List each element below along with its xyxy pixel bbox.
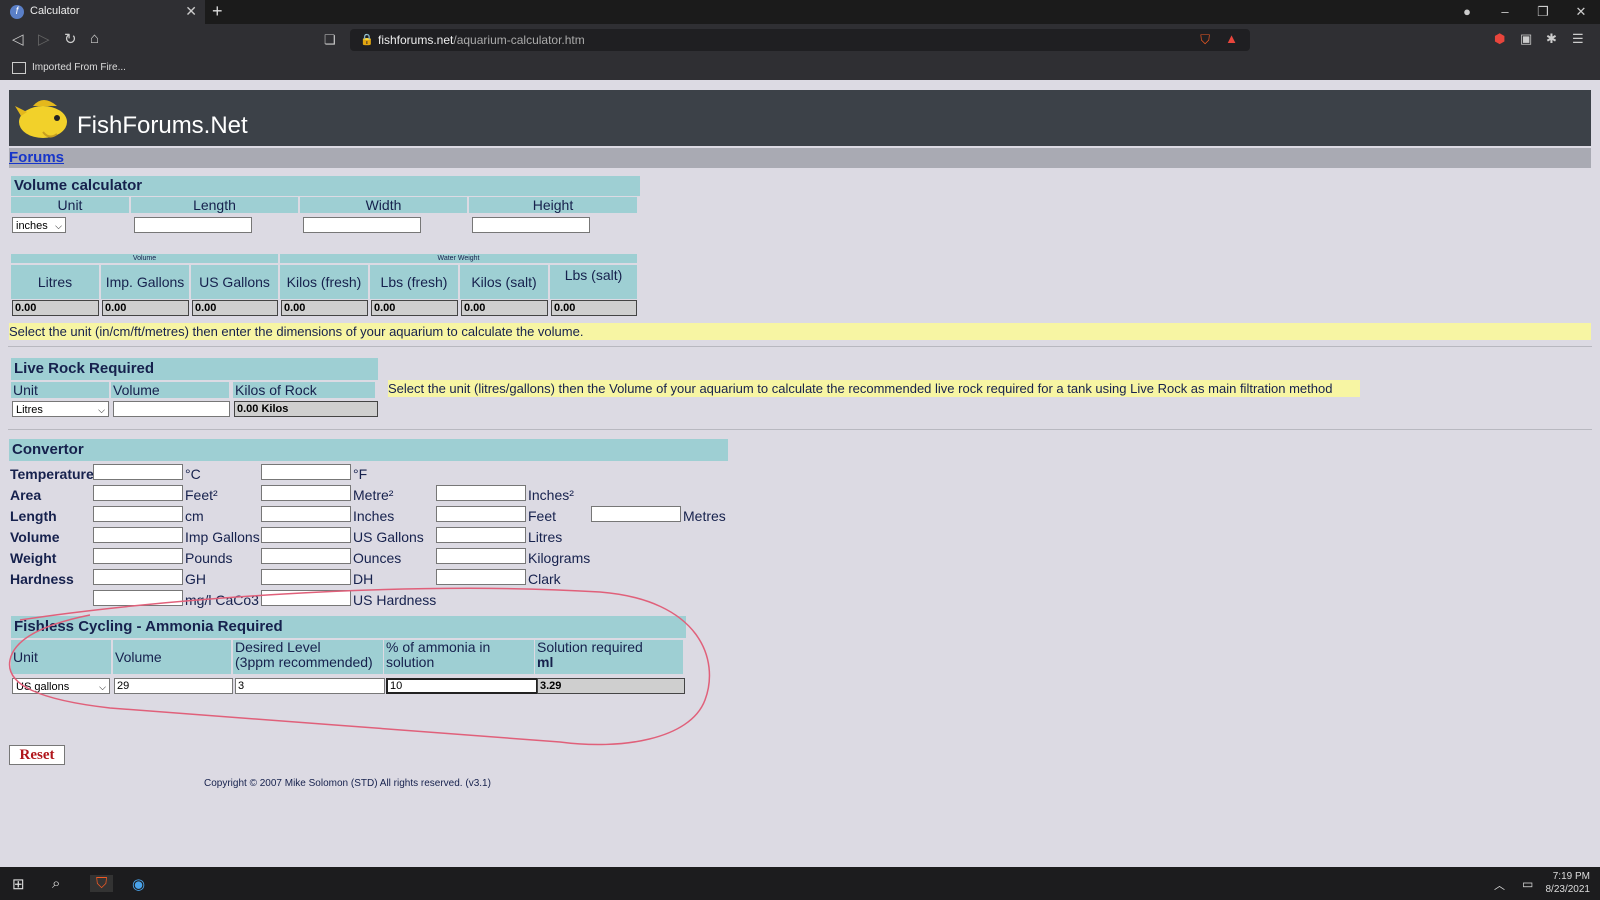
url-host: fishforums.net	[378, 33, 454, 47]
brave-rewards-icon[interactable]: ▲	[1225, 31, 1238, 46]
tab-bar: f Calculator ✕ + ● – ❐ ✕	[0, 0, 1600, 24]
minimize-icon[interactable]: –	[1486, 0, 1524, 24]
network-icon[interactable]: ▭	[1522, 877, 1533, 891]
menu-icon[interactable]: ☰	[1572, 31, 1584, 47]
browser-toolbar: ◁ ▷ ↻ ⌂ ❏ 🔒 fishforums.net/aquarium-calc…	[0, 24, 1600, 56]
address-bar[interactable]: 🔒 fishforums.net/aquarium-calculator.htm…	[350, 29, 1250, 51]
app-icon[interactable]: ◉	[132, 875, 145, 893]
new-tab-icon[interactable]: +	[212, 1, 223, 22]
copyright-text: Copyright © 2007 Mike Solomon (STD) All …	[204, 778, 491, 789]
back-icon[interactable]: ◁	[12, 30, 24, 48]
bookmarks-bar: Imported From Fire...	[0, 56, 1600, 80]
folder-icon	[12, 62, 26, 74]
reset-button[interactable]: Reset	[9, 745, 65, 765]
profile-icon[interactable]: ●	[1448, 0, 1486, 24]
home-icon[interactable]: ⌂	[90, 30, 99, 47]
brave-shield-icon[interactable]: ⛉	[1200, 32, 1210, 48]
extensions-puzzle-icon[interactable]: ✱	[1546, 31, 1557, 47]
extension-icon[interactable]: ⬢	[1494, 31, 1505, 47]
tab-title: Calculator	[30, 5, 80, 17]
system-clock[interactable]: 7:19 PM 8/23/2021	[1546, 870, 1591, 896]
brave-browser-icon[interactable]: ⛉	[90, 875, 114, 892]
chevron-up-icon[interactable]: ︿	[1494, 877, 1505, 893]
extension-icon-2[interactable]: ▣	[1520, 31, 1532, 47]
bookmark-folder[interactable]: Imported From Fire...	[32, 62, 126, 73]
lock-icon: 🔒	[360, 34, 374, 46]
taskbar: ⊞ ⌕ ⛉ ◉ ︿ ▭ 7:19 PM 8/23/2021	[0, 867, 1600, 900]
url-path: /aquarium-calculator.htm	[453, 33, 585, 47]
site-favicon-icon: f	[10, 5, 24, 19]
bookmark-icon[interactable]: ❏	[324, 32, 336, 48]
window-controls: ● – ❐ ✕	[1448, 0, 1600, 24]
page-content: FishForums.Net Forums Volume calculator …	[0, 80, 1600, 867]
tab-calculator[interactable]: f Calculator ✕	[0, 0, 205, 24]
search-icon[interactable]: ⌕	[52, 875, 60, 892]
close-tab-icon[interactable]: ✕	[185, 3, 197, 20]
close-window-icon[interactable]: ✕	[1562, 0, 1600, 24]
red-annotation-circle	[8, 587, 711, 746]
reload-icon[interactable]: ↻	[64, 30, 77, 48]
forward-icon[interactable]: ▷	[38, 30, 50, 48]
windows-start-icon[interactable]: ⊞	[12, 875, 25, 893]
restore-icon[interactable]: ❐	[1524, 0, 1562, 24]
